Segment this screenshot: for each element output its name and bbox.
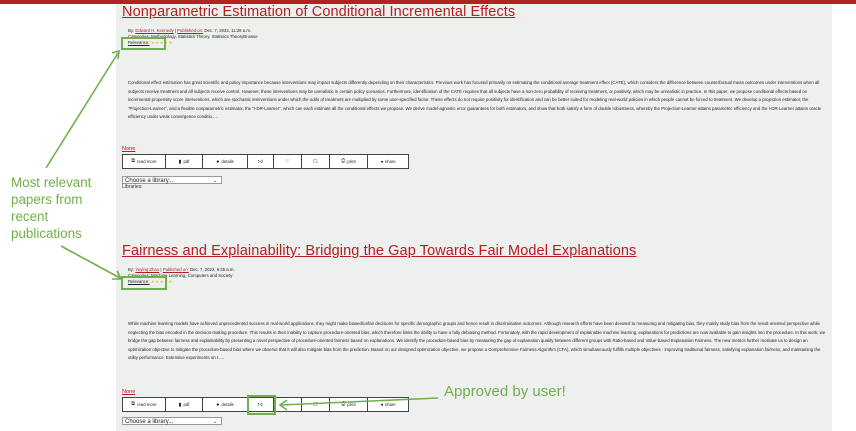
relevance-annotation-note: Most relevant papers from recent publica…: [11, 175, 92, 241]
approved-annotation-note: Approved by user!: [444, 383, 566, 400]
annotation-arrows: [45, 49, 439, 411]
arrow-to-approved: [280, 397, 439, 406]
arrow-to-relevance-2: [60, 245, 121, 279]
arrow-to-relevance-1: [45, 52, 119, 169]
